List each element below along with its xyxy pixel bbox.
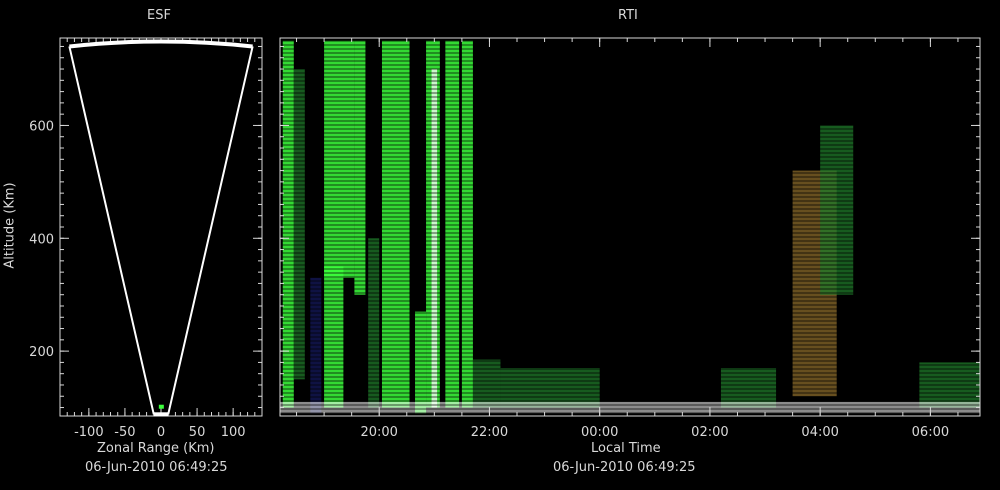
rti-plot: 20:00 22:00 00:00 02:00 04:00 06:00 [279, 37, 981, 440]
esf-x-tick-label: 100 [221, 425, 246, 440]
esf-fan-top-arc [69, 39, 253, 49]
esf-x-tick-label: -50 [114, 425, 135, 440]
rti-x-tick-label: 00:00 [581, 425, 618, 440]
esf-y-tick-label: 600 [29, 119, 54, 134]
rti-x-tick-label: 02:00 [691, 425, 728, 440]
esf-y-tick-label: 200 [29, 345, 54, 360]
esf-y-tick-label: 400 [29, 232, 54, 247]
esf-plot: -100 -50 0 50 100 200 400 600 [29, 37, 263, 440]
esf-x-tick-label: 0 [157, 425, 165, 440]
esf-x-tick-label: -100 [74, 425, 104, 440]
esf-echo-speck [158, 404, 164, 409]
rti-x-tick-label: 22:00 [471, 425, 508, 440]
rti-scanline-overlay [280, 38, 980, 416]
esf-fan-right-edge [167, 46, 254, 415]
rti-x-tick-label: 06:00 [912, 425, 949, 440]
rti-echo-layer [280, 38, 980, 416]
chart-canvas: -100 -50 0 50 100 200 400 600 20:00 22:00 00:00 02… [29, 37, 981, 440]
esf-fan-left-edge [68, 46, 155, 415]
esf-x-tick-label: 50 [189, 425, 206, 440]
rti-x-tick-label: 04:00 [801, 425, 838, 440]
rti-x-tick-label: 20:00 [360, 425, 397, 440]
esf-frame [59, 37, 263, 417]
